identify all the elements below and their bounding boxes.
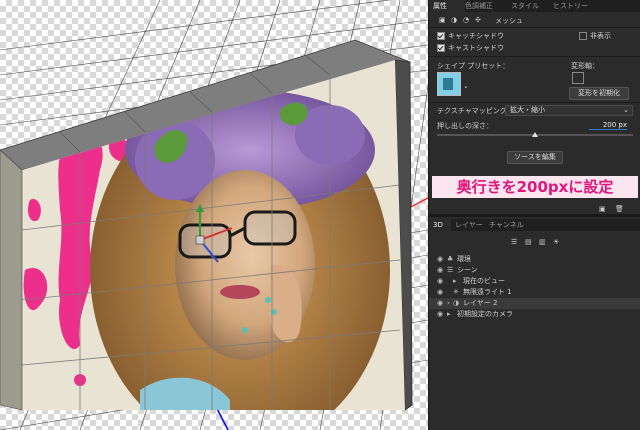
- texture-mapping-select[interactable]: 拡大・縮小 ⌄: [505, 105, 633, 116]
- environment-icon: ♣: [447, 255, 454, 263]
- coordinates-mode-icon[interactable]: ✣: [475, 16, 481, 24]
- layer-row[interactable]: ◉ ▸ 現在のビュー: [429, 276, 640, 287]
- layer-name: 初期設定のカメラ: [457, 310, 513, 318]
- filter-scene-icon[interactable]: ☰: [511, 238, 517, 246]
- layer-row[interactable]: ◉ ✳ 無限遠ライト 1: [429, 287, 640, 298]
- extrusion-depth-label: 押し出しの深さ：: [437, 122, 493, 130]
- properties-tab-bar: 属性 色調補正 スタイル ヒストリー: [429, 0, 640, 12]
- filter-light-icon[interactable]: ☀: [553, 238, 559, 246]
- layer-name: 現在のビュー: [463, 277, 505, 285]
- deform-axis-label: 変形軸：: [571, 62, 599, 70]
- document-canvas[interactable]: [0, 0, 428, 430]
- tab-channels[interactable]: チャンネル: [485, 219, 528, 231]
- cast-shadow-label: キャストシャドウ: [448, 44, 504, 52]
- cast-shadow-checkbox[interactable]: キャストシャドウ: [437, 43, 504, 53]
- texture-mapping-label: テクスチャマッピング：: [437, 107, 514, 115]
- mesh-icon: ◑: [453, 299, 460, 307]
- catch-shadow-label: キャッチシャドウ: [448, 32, 504, 40]
- checkbox-unchecked-icon: [579, 32, 587, 40]
- extrusion-depth-input[interactable]: 200 px: [589, 121, 627, 130]
- layer-row[interactable]: ◉ ☰ シーン: [429, 265, 640, 276]
- extrusion-depth-slider-thumb[interactable]: [532, 132, 538, 137]
- checkbox-checked-icon: [437, 44, 445, 52]
- chevron-right-icon[interactable]: ›: [447, 298, 450, 309]
- layer-row[interactable]: ◉ › ◑ レイヤー 2: [429, 298, 640, 309]
- camera-view-icon: ▸: [453, 277, 457, 285]
- layer-name: レイヤー 2: [463, 299, 498, 307]
- tab-history[interactable]: ヒストリー: [549, 0, 592, 12]
- layer-row[interactable]: ◉ ▸ 初期設定のカメラ: [429, 309, 640, 320]
- layer-name: 無限遠ライト 1: [463, 288, 512, 296]
- mesh-mode-icon[interactable]: ▣: [439, 16, 446, 24]
- 3d-tab-bar: 3D レイヤー チャンネル: [429, 219, 640, 231]
- hide-label: 非表示: [590, 32, 611, 40]
- layer-row[interactable]: ◉ ♣ 環境: [429, 254, 640, 265]
- tab-properties[interactable]: 属性: [429, 0, 465, 12]
- filter-mesh-icon[interactable]: ▤: [525, 238, 532, 246]
- chevron-down-icon[interactable]: ⌄: [463, 82, 469, 90]
- infinite-light-icon: ✳: [453, 288, 459, 296]
- eye-icon[interactable]: ◉: [437, 298, 443, 309]
- trash-icon[interactable]: 🗑: [615, 205, 624, 213]
- chevron-down-icon: ⌄: [623, 106, 629, 114]
- shape-preset-thumbnail[interactable]: [437, 72, 461, 96]
- eye-icon[interactable]: ◉: [437, 287, 443, 298]
- right-panel: 属性 色調補正 スタイル ヒストリー ▣ ◑ ◔ ✣ メッシュ キャッチシャドウ…: [428, 0, 640, 430]
- tab-layers[interactable]: レイヤー: [451, 219, 487, 231]
- layer-name: 環境: [457, 255, 471, 263]
- deform-mode-icon[interactable]: ◑: [451, 16, 457, 24]
- 3d-scene: [0, 0, 428, 430]
- checkbox-checked-icon: [437, 32, 445, 40]
- eye-icon[interactable]: ◉: [437, 276, 443, 287]
- cap-mode-icon[interactable]: ◔: [463, 16, 469, 24]
- deform-axis-widget[interactable]: [572, 72, 584, 84]
- mode-label: メッシュ: [495, 17, 523, 25]
- tab-adjustments[interactable]: 色調補正: [461, 0, 497, 12]
- shape-preset-label: シェイプ プリセット：: [437, 62, 510, 70]
- layer-name: シーン: [457, 266, 478, 274]
- eye-icon[interactable]: ◉: [437, 265, 443, 276]
- depth-callout: 奥行きを200pxに設定: [432, 176, 638, 198]
- scene-icon: ☰: [447, 266, 454, 274]
- eye-icon[interactable]: ◉: [437, 309, 443, 320]
- tab-3d[interactable]: 3D: [429, 219, 451, 231]
- reset-deform-button[interactable]: 変形を初期化: [569, 87, 629, 100]
- catch-shadow-checkbox[interactable]: キャッチシャドウ: [437, 31, 504, 41]
- eye-icon[interactable]: ◉: [437, 254, 443, 265]
- cube-preview-icon: [443, 78, 453, 90]
- tab-styles[interactable]: スタイル: [507, 0, 543, 12]
- edit-source-button[interactable]: ソースを編集: [507, 151, 563, 164]
- filter-material-icon[interactable]: ▥: [539, 238, 546, 246]
- camera-icon: ▸: [447, 310, 451, 318]
- texture-mapping-value: 拡大・縮小: [510, 106, 545, 114]
- render-icon[interactable]: ▣: [599, 205, 606, 213]
- hide-checkbox[interactable]: 非表示: [579, 31, 611, 41]
